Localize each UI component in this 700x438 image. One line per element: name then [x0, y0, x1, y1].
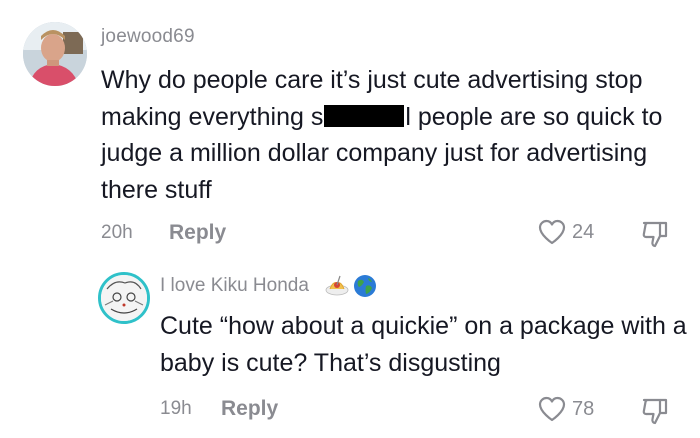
heart-icon — [538, 396, 566, 422]
reply-username[interactable]: I love Kiku Honda — [160, 275, 309, 297]
avatar[interactable] — [23, 22, 87, 86]
reply-timestamp: 19h — [160, 398, 192, 419]
comment-text: Why do people care it’s just cute advert… — [101, 62, 686, 208]
reply-avatar[interactable] — [98, 272, 150, 324]
dislike-button[interactable] — [640, 219, 670, 254]
reply-button[interactable]: Reply — [169, 221, 226, 245]
globe-emoji-icon — [353, 275, 376, 297]
like-count: 24 — [572, 220, 595, 243]
reply-username-row: I love Kiku Honda — [160, 274, 377, 298]
reply-dislike-button[interactable] — [640, 396, 670, 431]
heart-icon — [538, 219, 566, 245]
thumbs-down-icon — [642, 221, 668, 248]
like-button[interactable]: 24 — [538, 219, 594, 245]
thumbs-down-icon — [642, 398, 668, 425]
redaction-bar — [324, 104, 405, 127]
profile-photo-icon — [23, 22, 87, 86]
anime-sketch-avatar-icon — [101, 275, 147, 321]
reply-like-count: 78 — [572, 397, 595, 420]
spaghetti-emoji-icon — [325, 275, 349, 296]
comment-username[interactable]: joewood69 — [101, 26, 195, 48]
reply-reply-button[interactable]: Reply — [221, 397, 278, 421]
comment-timestamp: 20h — [101, 222, 133, 243]
reply-like-button[interactable]: 78 — [538, 396, 594, 422]
reply-text: Cute “how about a quickie” on a package … — [160, 312, 687, 377]
